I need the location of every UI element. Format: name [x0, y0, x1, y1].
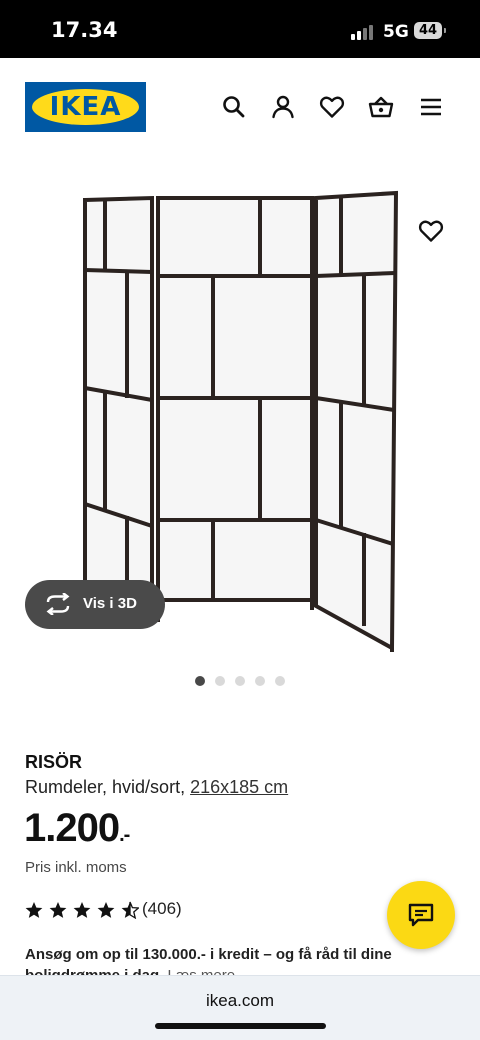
user-icon[interactable]	[270, 94, 296, 120]
carousel-dot[interactable]	[275, 676, 285, 686]
url-text[interactable]: ikea.com	[0, 991, 480, 1011]
logo-text: IKEA	[49, 92, 122, 122]
rotate-3d-icon	[46, 593, 70, 615]
product-dimensions-link[interactable]: 216x185 cm	[190, 777, 288, 797]
product-name: RISÖR	[25, 752, 83, 772]
review-count[interactable]: (406)	[142, 899, 182, 919]
status-time: 17.34	[51, 18, 118, 42]
ikea-logo[interactable]: IKEA	[25, 82, 146, 132]
star-icon	[49, 902, 67, 918]
carousel-dot[interactable]	[235, 676, 245, 686]
price-suffix: .-	[119, 824, 130, 846]
carousel-dot[interactable]	[255, 676, 265, 686]
signal-icon	[351, 24, 377, 40]
browser-url-bar[interactable]: ikea.com	[0, 975, 480, 1040]
home-indicator[interactable]	[155, 1023, 326, 1029]
battery-icon: 44	[414, 22, 446, 39]
add-to-wishlist-icon[interactable]	[418, 218, 444, 244]
network-type: 5G	[383, 22, 409, 42]
vat-note: Pris inkl. moms	[25, 859, 127, 876]
price-value: 1.200	[24, 806, 120, 850]
star-icon	[97, 902, 115, 918]
star-icon	[25, 902, 43, 918]
product-type: Rumdeler, hvid/sort,	[25, 777, 191, 797]
carousel-dot[interactable]	[215, 676, 225, 686]
menu-icon[interactable]	[418, 94, 444, 120]
carousel-dot[interactable]	[195, 676, 205, 686]
view-in-3d-button[interactable]: Vis i 3D	[25, 580, 165, 629]
view-in-3d-label: Vis i 3D	[83, 595, 137, 612]
product-description: Rumdeler, hvid/sort, 216x185 cm	[25, 777, 288, 798]
half-star-icon	[121, 901, 139, 919]
search-icon[interactable]	[221, 94, 247, 120]
heart-icon[interactable]	[319, 94, 345, 120]
chat-button[interactable]	[387, 881, 455, 949]
chat-icon	[408, 903, 434, 927]
status-bar: 17.34 5G 44	[0, 0, 480, 58]
product-price: 1.200.-	[24, 806, 130, 851]
basket-icon[interactable]	[368, 94, 394, 120]
star-icon	[73, 902, 91, 918]
